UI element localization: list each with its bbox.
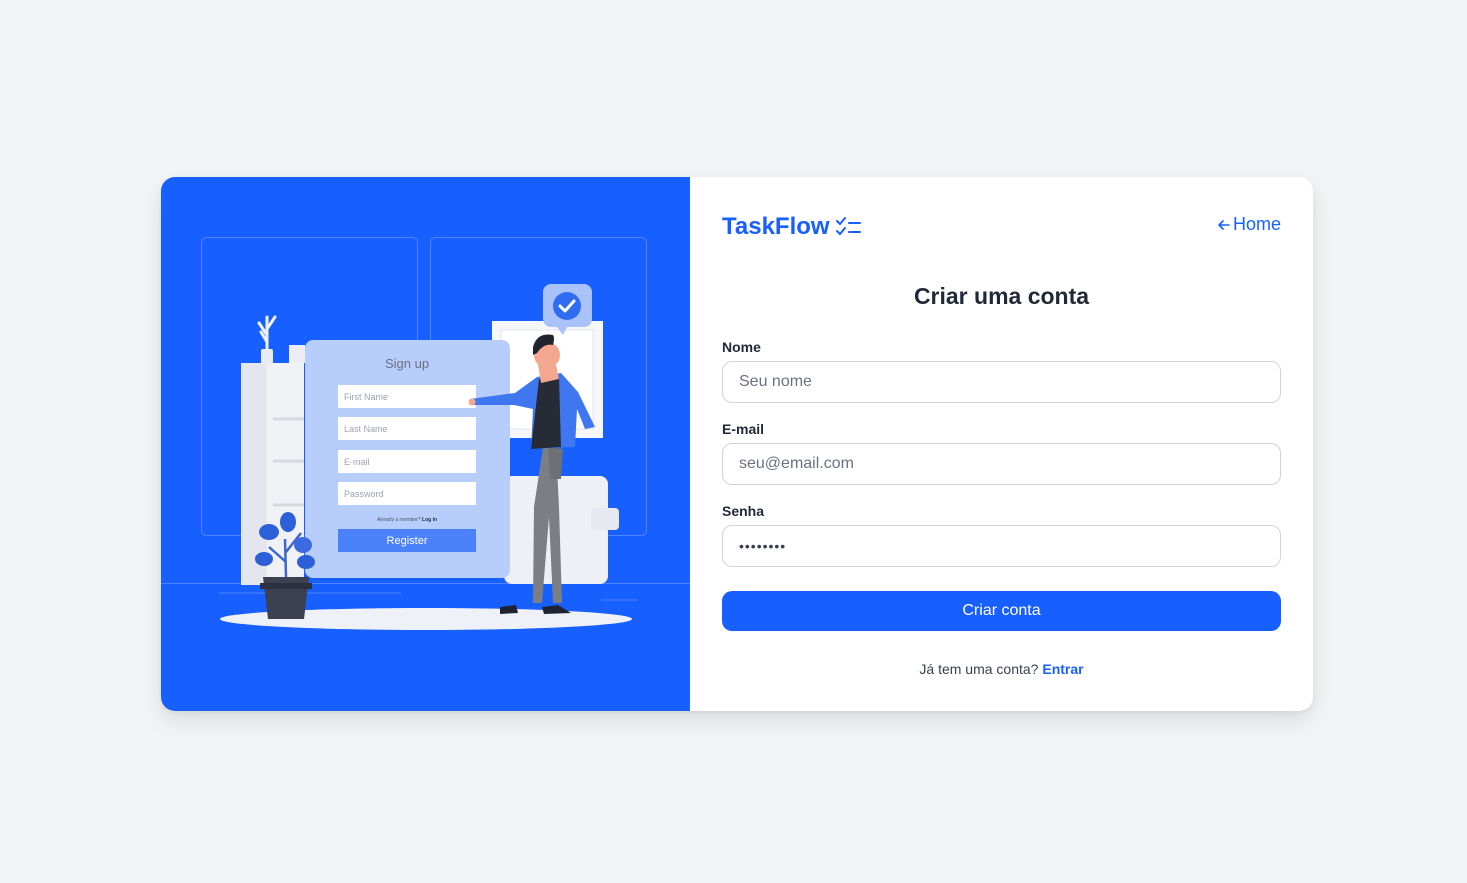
illustration-panel: Sign up First Name Last Name E-mail Pass…: [161, 177, 690, 711]
illustration-field-first-name: First Name: [344, 392, 388, 402]
home-link[interactable]: Home: [1217, 214, 1281, 235]
svg-text:Already a member? Log in: Already a member? Log in: [377, 517, 437, 523]
brand-name: TaskFlow: [722, 213, 830, 240]
illustration-field-password: Password: [344, 489, 384, 499]
login-prompt-row: Já tem uma conta? Entrar: [690, 661, 1313, 677]
brand-logo[interactable]: TaskFlow: [722, 212, 861, 242]
login-prompt: Já tem uma conta?: [919, 661, 1039, 677]
create-account-button[interactable]: Criar conta: [722, 591, 1281, 631]
arrow-left-icon: [1218, 219, 1230, 230]
signup-illustration: Sign up First Name Last Name E-mail Pass…: [161, 237, 690, 630]
password-label: Senha: [722, 503, 765, 519]
illustration-register-button: Register: [387, 535, 428, 547]
password-input[interactable]: [722, 525, 1281, 567]
checklist-icon: [835, 217, 861, 235]
illustration-already-member: Already a member?: [377, 517, 421, 523]
page-title: Criar uma conta: [913, 283, 1090, 309]
login-link[interactable]: Entrar: [1042, 661, 1083, 677]
signup-card: Sign up First Name Last Name E-mail Pass…: [161, 177, 1313, 711]
illustration-login-link: Log in: [422, 517, 437, 523]
illustration-form-title: Sign up: [385, 356, 429, 371]
email-label: E-mail: [722, 421, 765, 437]
illustration-field-last-name: Last Name: [344, 424, 388, 434]
home-link-label: Home: [1232, 214, 1281, 234]
name-input[interactable]: [722, 361, 1281, 403]
email-input[interactable]: [722, 443, 1281, 485]
illustration-field-email: E-mail: [344, 457, 370, 467]
signup-form-panel: TaskFlow Home Criar uma conta Nome E-mai…: [690, 177, 1313, 711]
name-label: Nome: [722, 339, 761, 355]
